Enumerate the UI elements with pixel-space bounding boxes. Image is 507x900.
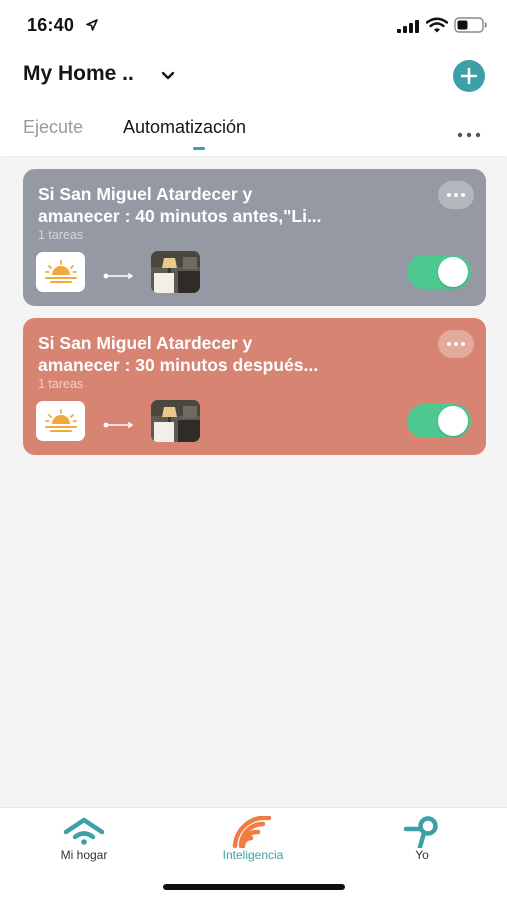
sunrise-icon — [44, 260, 77, 283]
flow-arrow-icon — [103, 267, 135, 285]
nav-label: Yo — [415, 848, 429, 862]
card-more-button[interactable] — [438, 181, 474, 209]
more-dots-icon — [447, 193, 465, 197]
top-area: 16:40 My Home .. Ejecute Automatización — [0, 0, 507, 156]
nav-mi-hogar[interactable]: Mi hogar — [24, 808, 144, 868]
automation-card[interactable]: Si San Miguel Atardecer y amanecer : 40 … — [23, 169, 486, 306]
toggle-knob — [438, 257, 468, 287]
home-indicator — [163, 884, 345, 890]
automation-task-count: 1 tareas — [38, 377, 84, 391]
signal-icon — [397, 20, 419, 38]
sunrise-icon — [44, 409, 77, 432]
tab-automation[interactable]: Automatización — [123, 117, 246, 138]
card-more-button[interactable] — [438, 330, 474, 358]
automation-title: Si San Miguel Atardecer y amanecer : 30 … — [38, 333, 319, 375]
status-time: 16:40 — [27, 15, 75, 35]
flow-arrow-icon — [103, 416, 135, 434]
person-icon — [362, 816, 482, 848]
device-thumbnail — [151, 251, 200, 293]
home-selector[interactable]: My Home .. — [23, 62, 134, 86]
wifi-icon — [425, 17, 449, 38]
tab-active-indicator — [193, 147, 205, 150]
nav-yo[interactable]: Yo — [362, 808, 482, 868]
nav-label: Mi hogar — [60, 848, 108, 862]
nav-inteligencia[interactable]: Inteligencia — [193, 808, 313, 868]
condition-tile — [36, 252, 85, 292]
chevron-down-icon[interactable] — [161, 68, 175, 86]
device-thumbnail — [151, 400, 200, 442]
automation-title: Si San Miguel Atardecer y amanecer : 40 … — [38, 184, 322, 226]
automation-card[interactable]: Si San Miguel Atardecer y amanecer : 30 … — [23, 318, 486, 455]
plus-icon — [461, 68, 477, 84]
smart-wave-icon — [193, 816, 313, 848]
home-wifi-icon — [24, 816, 144, 846]
condition-tile — [36, 401, 85, 441]
automation-task-count: 1 tareas — [38, 228, 84, 242]
more-dots-icon — [447, 342, 465, 346]
more-options-icon[interactable] — [457, 125, 481, 143]
tab-execute[interactable]: Ejecute — [23, 117, 83, 138]
battery-icon — [454, 17, 488, 38]
automation-toggle[interactable] — [407, 404, 471, 438]
location-arrow-icon — [86, 18, 98, 36]
add-automation-button[interactable] — [453, 60, 485, 92]
toggle-knob — [438, 406, 468, 436]
status-bar: 16:40 — [0, 0, 507, 50]
automation-toggle[interactable] — [407, 255, 471, 289]
nav-label: Inteligencia — [222, 848, 284, 862]
